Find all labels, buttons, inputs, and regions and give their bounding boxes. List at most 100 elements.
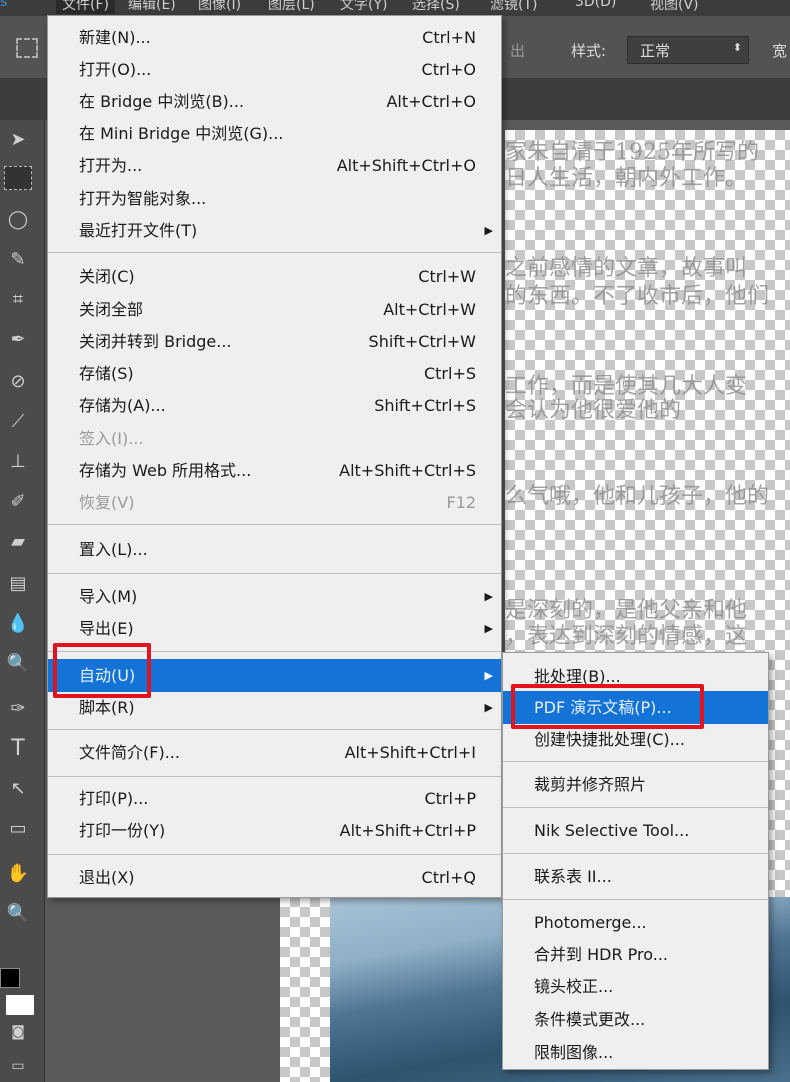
menu-select[interactable]: 选择(S) bbox=[412, 0, 460, 14]
menu-item-label: 恢复(V) bbox=[79, 493, 135, 512]
menu-item-label: 存储为(A)... bbox=[79, 396, 166, 415]
menu-item-open[interactable]: 打开(O)... Ctrl+O bbox=[48, 54, 501, 86]
menu-separator bbox=[48, 776, 501, 777]
menu-layer[interactable]: 图层(L) bbox=[268, 0, 315, 14]
menu-item-print[interactable]: 打印(P)... Ctrl+P bbox=[48, 783, 501, 815]
menu-item-label: Nik Selective Tool... bbox=[534, 821, 690, 840]
type-tool-icon[interactable]: T bbox=[4, 735, 32, 763]
menu-image[interactable]: 图像(I) bbox=[198, 0, 241, 14]
menu-file[interactable]: 文件(F) bbox=[56, 0, 115, 14]
menu-3d[interactable]: 3D(D) bbox=[575, 0, 616, 10]
zoom-tool-icon[interactable]: 🔍 bbox=[4, 900, 32, 928]
shortcut: Ctrl+N bbox=[422, 28, 476, 47]
document-text-line: 会认为他很爱他的 bbox=[505, 398, 682, 423]
lasso-tool-icon[interactable]: ◯ bbox=[4, 206, 32, 234]
path-select-tool-icon[interactable]: ↖ bbox=[4, 775, 32, 803]
menu-item-close-go-bridge[interactable]: 关闭并转到 Bridge... Shift+Ctrl+W bbox=[48, 326, 501, 358]
clone-stamp-tool-icon[interactable]: ⊥ bbox=[4, 448, 32, 476]
menu-type[interactable]: 文字(Y) bbox=[340, 0, 387, 14]
menu-item-photomerge[interactable]: Photomerge... bbox=[503, 907, 768, 939]
menu-separator bbox=[503, 807, 768, 808]
shortcut: Ctrl+P bbox=[424, 789, 476, 808]
foreground-color-swatch[interactable] bbox=[0, 968, 20, 988]
menu-item-label: 关闭(C) bbox=[79, 267, 135, 286]
quick-select-tool-icon[interactable]: ✎ bbox=[4, 246, 32, 274]
menu-item-nik-selective-tool[interactable]: Nik Selective Tool... bbox=[503, 815, 768, 847]
history-brush-tool-icon[interactable]: ✐ bbox=[4, 488, 32, 516]
menu-item-file-info[interactable]: 文件简介(F)... Alt+Shift+Ctrl+I bbox=[48, 737, 501, 769]
marquee-tool-icon[interactable] bbox=[4, 166, 32, 190]
menu-item-new[interactable]: 新建(N)... Ctrl+N bbox=[48, 22, 501, 54]
menu-item-exit[interactable]: 退出(X) Ctrl+Q bbox=[48, 862, 501, 894]
menu-filter[interactable]: 滤镜(T) bbox=[490, 0, 537, 14]
menu-item-recent-files[interactable]: 最近打开文件(T) ▶ bbox=[48, 215, 501, 247]
menu-item-label: 置入(L)... bbox=[79, 540, 148, 559]
select-arrows-icon: ⬍ bbox=[732, 41, 742, 54]
healing-brush-tool-icon[interactable]: ⊘ bbox=[4, 368, 32, 396]
menu-item-save-for-web[interactable]: 存储为 Web 所用格式... Alt+Shift+Ctrl+S bbox=[48, 455, 501, 487]
menu-item-print-one-copy[interactable]: 打印一份(Y) Alt+Shift+Ctrl+P bbox=[48, 815, 501, 847]
submenu-arrow-icon: ▶ bbox=[484, 622, 493, 635]
menu-item-fit-image[interactable]: 限制图像... bbox=[503, 1037, 768, 1069]
menu-item-close[interactable]: 关闭(C) Ctrl+W bbox=[48, 261, 501, 293]
menu-item-conditional-mode-change[interactable]: 条件模式更改... bbox=[503, 1004, 768, 1036]
menu-item-browse-bridge[interactable]: 在 Bridge 中浏览(B)... Alt+Ctrl+O bbox=[48, 86, 501, 118]
menu-item-label: 存储(S) bbox=[79, 364, 134, 383]
file-menu: 新建(N)... Ctrl+N 打开(O)... Ctrl+O 在 Bridge 中… bbox=[47, 15, 502, 898]
menu-item-label: 最近打开文件(T) bbox=[79, 221, 198, 240]
menu-item-label: 文件简介(F)... bbox=[79, 743, 180, 762]
menu-item-merge-hdr[interactable]: 合并到 HDR Pro... bbox=[503, 939, 768, 971]
submenu-arrow-icon: ▶ bbox=[484, 224, 493, 237]
refine-edge-label[interactable]: 出 bbox=[510, 40, 525, 61]
width-label: 宽 bbox=[772, 42, 788, 60]
menu-item-export[interactable]: 导出(E) ▶ bbox=[48, 613, 501, 645]
style-label: 样式: bbox=[571, 42, 607, 60]
document-text-line: 么气哦，他和儿孩子，他的 bbox=[505, 484, 770, 509]
menu-item-label: 限制图像... bbox=[534, 1043, 614, 1062]
menu-item-browse-mini-bridge[interactable]: 在 Mini Bridge 中浏览(G)... bbox=[48, 118, 501, 150]
move-tool-icon[interactable]: ➤ bbox=[4, 126, 32, 154]
menu-item-import[interactable]: 导入(M) ▶ bbox=[48, 581, 501, 613]
menu-item-open-smart-object[interactable]: 打开为智能对象... bbox=[48, 183, 501, 215]
menu-separator bbox=[48, 729, 501, 730]
crop-tool-icon[interactable]: ⌗ bbox=[4, 286, 32, 314]
eraser-tool-icon[interactable]: ▰ bbox=[4, 528, 32, 556]
shape-tool-icon[interactable]: ▭ bbox=[4, 815, 32, 843]
gradient-tool-icon[interactable]: ▤ bbox=[4, 570, 32, 598]
menu-item-place[interactable]: 置入(L)... bbox=[48, 534, 501, 566]
brush-tool-icon[interactable]: ⟋ bbox=[4, 408, 32, 436]
shortcut: Alt+Shift+Ctrl+S bbox=[339, 461, 476, 480]
menu-item-crop-straighten[interactable]: 裁剪并修齐照片 bbox=[503, 769, 768, 801]
screen-mode-icon[interactable]: ▭ bbox=[4, 1052, 32, 1080]
pen-tool-icon[interactable]: ✑ bbox=[4, 695, 32, 723]
menu-item-label: Photomerge... bbox=[534, 913, 647, 932]
menu-item-contact-sheet[interactable]: 联系表 II... bbox=[503, 861, 768, 893]
shortcut: Shift+Ctrl+W bbox=[368, 332, 476, 351]
menu-item-label: 打印(P)... bbox=[79, 789, 149, 808]
menu-item-open-as[interactable]: 打开为... Alt+Shift+Ctrl+O bbox=[48, 150, 501, 182]
menu-separator bbox=[48, 573, 501, 574]
menu-item-save[interactable]: 存储(S) Ctrl+S bbox=[48, 358, 501, 390]
annotation-highlight-pdf-presentation bbox=[511, 684, 704, 729]
menu-item-label: 新建(N)... bbox=[79, 28, 151, 47]
menu-separator bbox=[48, 252, 501, 253]
menu-separator bbox=[48, 854, 501, 855]
menu-item-save-as[interactable]: 存储为(A)... Shift+Ctrl+S bbox=[48, 390, 501, 422]
menu-item-label: 退出(X) bbox=[79, 868, 135, 887]
style-select[interactable]: 正常 ⬍ bbox=[627, 36, 749, 64]
blur-tool-icon[interactable]: 💧 bbox=[4, 610, 32, 638]
menu-item-label: 导出(E) bbox=[79, 619, 134, 638]
quick-mask-icon[interactable]: ◙ bbox=[4, 1018, 32, 1046]
eyedropper-tool-icon[interactable]: ✒ bbox=[4, 326, 32, 354]
menu-edit[interactable]: 编辑(E) bbox=[128, 0, 176, 14]
shortcut: Alt+Shift+Ctrl+P bbox=[339, 821, 476, 840]
marquee-preset-icon[interactable] bbox=[16, 38, 38, 58]
background-color-swatch[interactable] bbox=[6, 995, 34, 1015]
dodge-tool-icon[interactable]: 🔍 bbox=[4, 650, 32, 678]
hand-tool-icon[interactable]: ✋ bbox=[4, 860, 32, 888]
menu-item-close-all[interactable]: 关闭全部 Alt+Ctrl+W bbox=[48, 294, 501, 326]
menu-view[interactable]: 视图(V) bbox=[650, 0, 699, 14]
menu-item-lens-correction[interactable]: 镜头校正... bbox=[503, 971, 768, 1003]
document-text-line: 的东西。不了收市后，他们 bbox=[505, 284, 770, 309]
menu-separator bbox=[503, 899, 768, 900]
